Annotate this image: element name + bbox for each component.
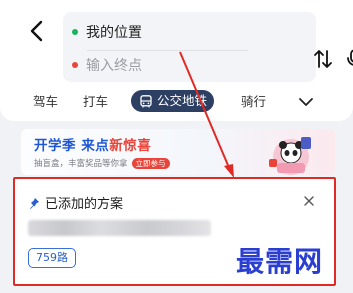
bus-icon bbox=[140, 94, 152, 107]
route-chip[interactable]: 759路 bbox=[28, 248, 76, 268]
plan-header: 已添加的方案 bbox=[28, 193, 123, 212]
route-input-box: 我的位置 输入终点 bbox=[63, 12, 353, 82]
banner-title: 开学季 来点新惊喜 bbox=[34, 138, 152, 154]
microphone-icon[interactable] bbox=[345, 48, 353, 70]
plan-title: 已添加的方案 bbox=[45, 197, 124, 212]
tab-transit-label: 公交地铁 bbox=[157, 93, 208, 108]
back-arrow-icon[interactable] bbox=[24, 18, 50, 44]
start-dot-icon bbox=[72, 29, 78, 35]
destination-input[interactable]: 输入终点 bbox=[86, 55, 142, 75]
tab-taxi[interactable]: 打车 bbox=[83, 92, 108, 112]
site-watermark: 最需网 bbox=[236, 245, 324, 278]
banner-cta-button[interactable]: 立即参与 bbox=[131, 158, 170, 169]
tab-ride[interactable]: 骑行 bbox=[241, 92, 266, 112]
close-icon[interactable] bbox=[303, 195, 315, 207]
route-search-card: 我的位置 输入终点 驾车 打车 公交地铁 骑行 bbox=[0, 0, 353, 121]
swap-icon[interactable] bbox=[313, 48, 333, 70]
start-location-text: 我的位置 bbox=[86, 25, 142, 41]
blurred-route-info bbox=[28, 220, 211, 236]
tab-transit[interactable]: 公交地铁 bbox=[131, 90, 214, 112]
chevron-down-icon[interactable] bbox=[298, 95, 314, 109]
start-location-row[interactable]: 我的位置 bbox=[72, 21, 142, 43]
promo-banner[interactable]: 开学季 来点新惊喜 抽盲盒，丰富奖品等你拿 立即参与 bbox=[21, 129, 335, 175]
route-divider bbox=[87, 50, 248, 51]
panda-mascot-icon bbox=[269, 137, 311, 175]
end-dot-icon bbox=[72, 62, 78, 68]
tab-drive[interactable]: 驾车 bbox=[33, 92, 58, 112]
pin-icon bbox=[30, 197, 39, 209]
banner-subtitle: 抽盲盒，丰富奖品等你拿 立即参与 bbox=[34, 157, 170, 169]
destination-row[interactable]: 输入终点 bbox=[72, 54, 142, 76]
travel-mode-tabs: 驾车 打车 公交地铁 骑行 bbox=[0, 88, 353, 116]
